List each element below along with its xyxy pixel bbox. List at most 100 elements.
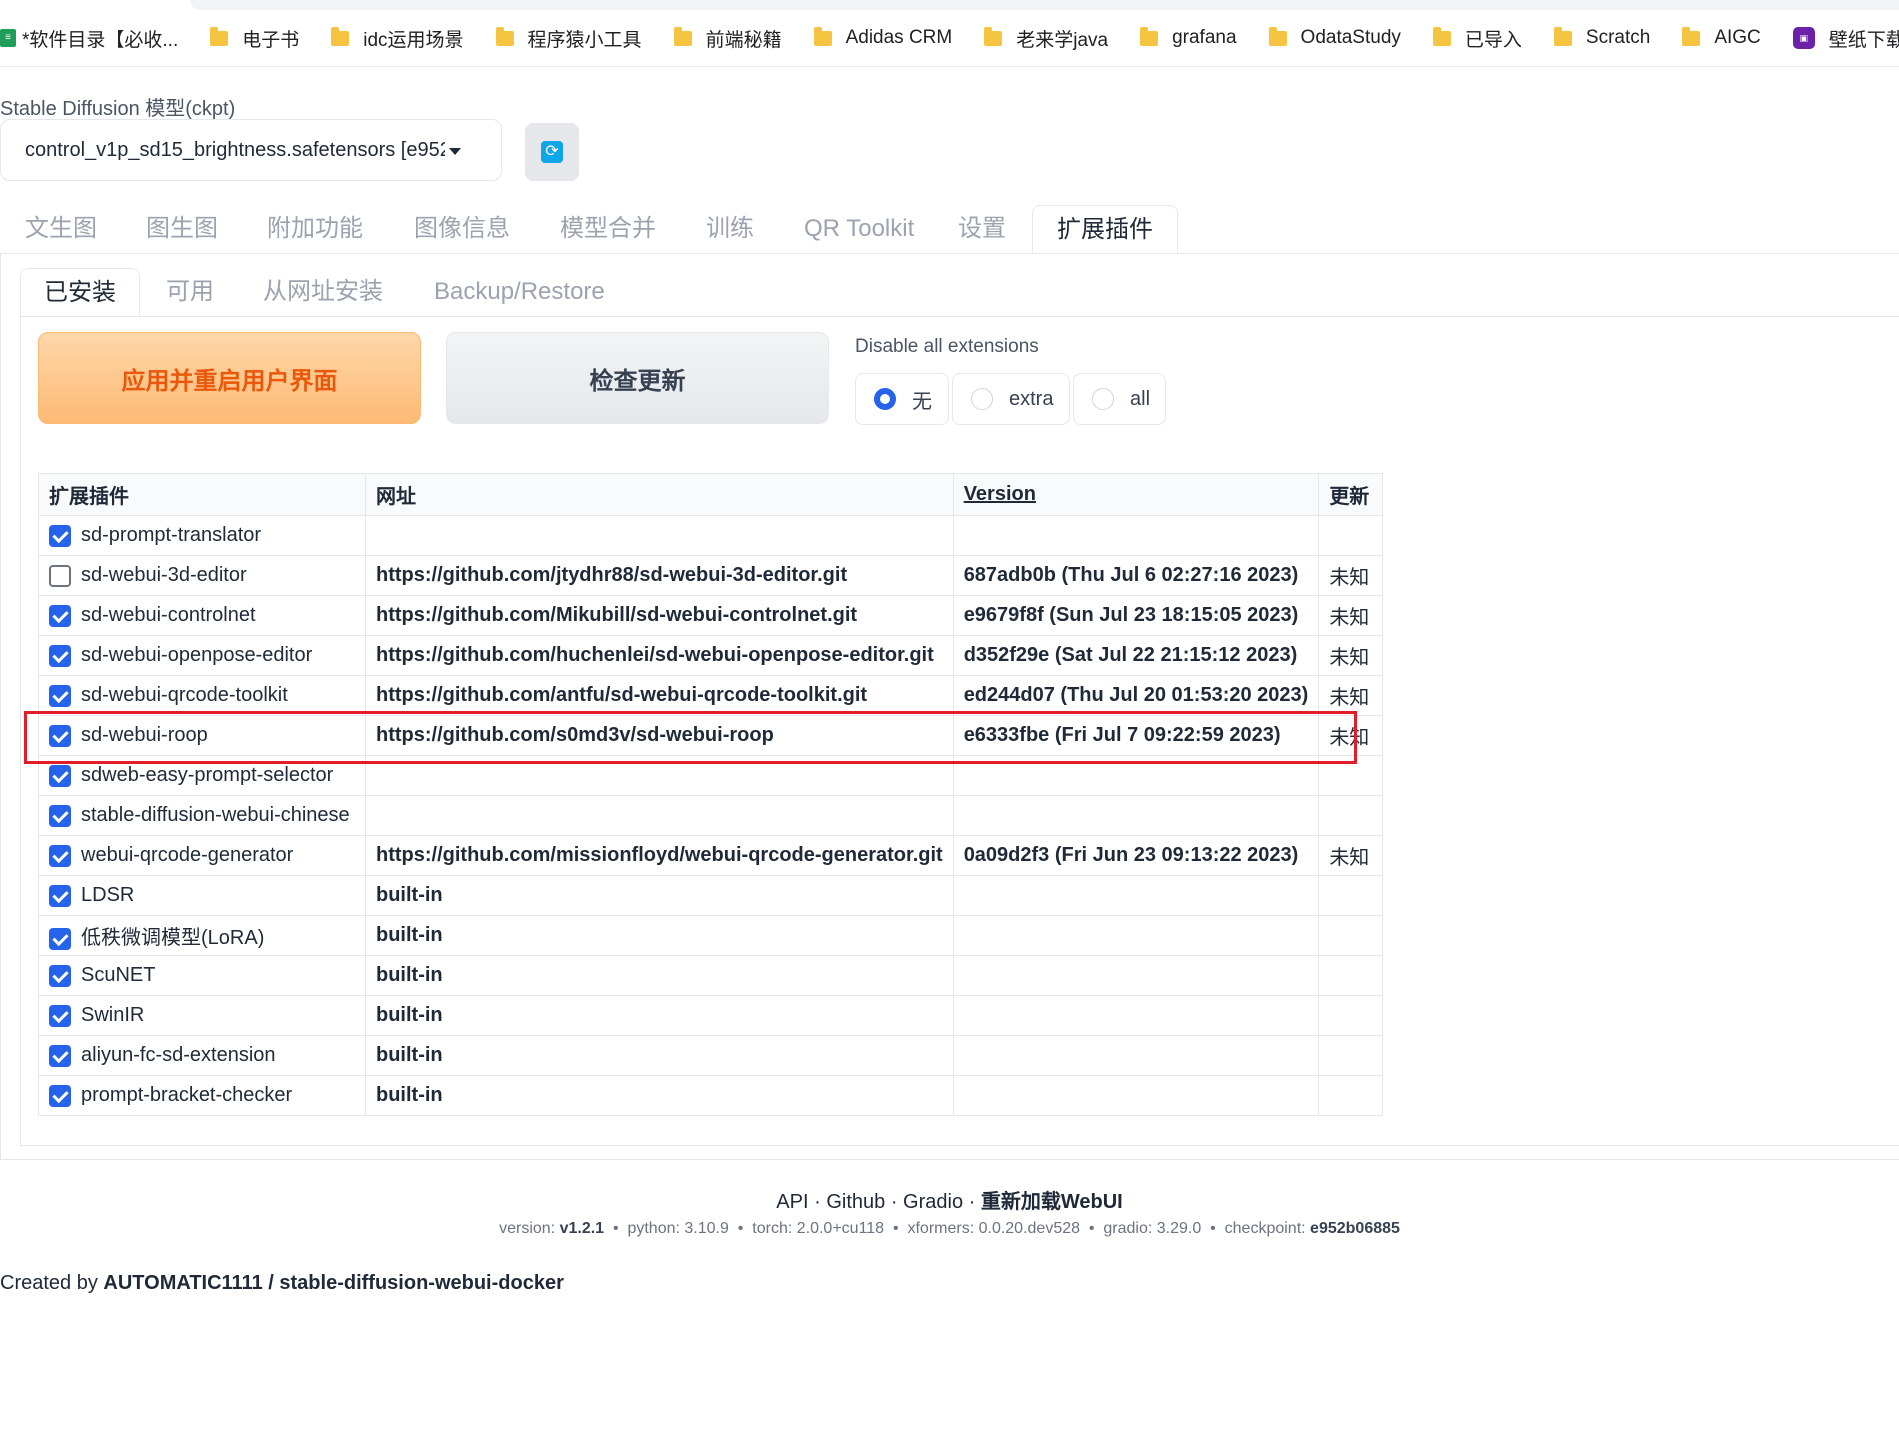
refresh-icon: ⟳ <box>541 141 563 163</box>
tab-extras[interactable]: 附加功能 <box>267 205 363 253</box>
extension-url <box>365 755 954 796</box>
tab-train[interactable]: 训练 <box>706 205 754 253</box>
bookmark-0[interactable]: ≡ *软件目录【必收... <box>0 0 178 66</box>
extension-version: e9679f8f (Sun Jul 23 18:15:05 2023) <box>952 595 1320 636</box>
extension-version <box>952 1075 1320 1116</box>
separator: · <box>814 1191 827 1213</box>
tab-installed[interactable]: 已安装 <box>20 268 140 316</box>
extension-name: LDSR <box>81 884 135 906</box>
table-row: sd-prompt-translator <box>38 515 1384 556</box>
radio-none[interactable]: 无 <box>855 373 949 425</box>
extension-name-cell: sd-webui-3d-editor <box>38 555 366 596</box>
radio-dot <box>1092 388 1114 410</box>
tab-checkpoint-merger[interactable]: 模型合并 <box>560 205 656 253</box>
table-row: sd-webui-openpose-editor https://github.c… <box>38 635 1384 676</box>
created-by-link[interactable]: AUTOMATIC1111 / stable-diffusion-webui-d… <box>103 1272 563 1294</box>
main-tabs: 文生图 图生图 附加功能 图像信息 模型合并 训练 QR Toolkit 设置 … <box>0 205 1899 254</box>
extension-enabled-checkbox[interactable] <box>49 884 71 907</box>
extension-enabled-checkbox[interactable] <box>49 684 71 707</box>
table-row: 低秩微调模型(LoRA) built-in <box>38 915 1384 956</box>
folder-icon <box>673 26 692 46</box>
extension-url <box>365 795 954 836</box>
folder-icon <box>984 26 1003 46</box>
extension-enabled-checkbox[interactable] <box>49 524 71 547</box>
extension-name-cell: webui-qrcode-generator <box>38 835 366 876</box>
extension-enabled-checkbox[interactable] <box>49 927 71 950</box>
footer-links: API · Github · Gradio · 重新加载WebUI <box>0 1185 1899 1214</box>
tab-img2img[interactable]: 图生图 <box>146 205 218 253</box>
radio-extra[interactable]: extra <box>952 373 1070 425</box>
extension-enabled-checkbox[interactable] <box>49 644 71 667</box>
extensions-table: 扩展插件 网址 Version 更新 sd-prompt-translator s… <box>38 473 1384 1116</box>
footer-reload-link[interactable]: 重新加载WebUI <box>981 1191 1123 1213</box>
table-row: LDSR built-in <box>38 875 1384 916</box>
separator: · <box>968 1191 981 1213</box>
footer-api-link[interactable]: API <box>776 1191 808 1213</box>
footer-gradio-link[interactable]: Gradio <box>903 1191 963 1213</box>
folder-icon <box>1268 26 1287 46</box>
radio-all[interactable]: all <box>1073 373 1166 425</box>
created-by: Created by AUTOMATIC1111 / stable-diffus… <box>0 1272 564 1294</box>
extension-version <box>952 915 1320 956</box>
extension-url[interactable]: https://github.com/jtydhr88/sd-webui-3d-… <box>365 555 954 596</box>
refresh-models-button[interactable]: ⟳ <box>525 123 579 181</box>
tab-extensions[interactable]: 扩展插件 <box>1032 205 1178 253</box>
folder-icon <box>813 26 832 46</box>
extension-name: ScuNET <box>81 964 156 986</box>
extension-enabled-checkbox[interactable] <box>49 804 71 827</box>
model-dropdown[interactable]: control_v1p_sd15_brightness.safetensors … <box>0 119 502 181</box>
extension-name-cell: ScuNET <box>38 955 366 996</box>
tab-install-from-url[interactable]: 从网址安装 <box>263 268 383 316</box>
folder-icon <box>495 26 514 46</box>
tab-settings[interactable]: 设置 <box>958 205 1006 253</box>
extension-name-cell: sd-webui-openpose-editor <box>38 635 366 676</box>
extension-url: built-in <box>365 915 954 956</box>
extension-name: prompt-bracket-checker <box>81 1084 293 1106</box>
apply-and-restart-button[interactable]: 应用并重启用户界面 <box>38 332 421 424</box>
extension-version: 0a09d2f3 (Fri Jun 23 09:13:22 2023) <box>952 835 1320 876</box>
folder-icon <box>1140 26 1159 46</box>
extension-version <box>952 755 1320 796</box>
extension-url[interactable]: https://github.com/huchenlei/sd-webui-op… <box>365 635 954 676</box>
extension-url[interactable]: https://github.com/antfu/sd-webui-qrcode… <box>365 675 954 716</box>
extension-name-cell: sdweb-easy-prompt-selector <box>38 755 366 796</box>
table-row: stable-diffusion-webui-chinese <box>38 795 1384 836</box>
tab-txt2img[interactable]: 文生图 <box>25 205 97 253</box>
extension-enabled-checkbox[interactable] <box>49 1004 71 1027</box>
tab-available[interactable]: 可用 <box>166 268 214 316</box>
extension-enabled-checkbox[interactable] <box>49 964 71 987</box>
tab-qr-toolkit[interactable]: QR Toolkit <box>804 205 914 253</box>
extension-enabled-checkbox[interactable] <box>49 844 71 867</box>
extension-update-status: 未知 <box>1318 635 1384 676</box>
extension-enabled-checkbox[interactable] <box>49 764 71 787</box>
footer-versions: version: v1.2.1 • python: 3.10.9 • torch… <box>499 1220 1400 1237</box>
extension-enabled-checkbox[interactable] <box>49 1084 71 1107</box>
check-updates-button[interactable]: 检查更新 <box>446 332 829 424</box>
extension-url: built-in <box>365 875 954 916</box>
extension-update-status <box>1318 875 1384 916</box>
extension-enabled-checkbox[interactable] <box>49 724 71 747</box>
footer-github-link[interactable]: Github <box>826 1191 885 1213</box>
folder-icon <box>1432 26 1451 46</box>
extension-name: sd-webui-controlnet <box>81 604 256 626</box>
extensions-table-body: sd-prompt-translator sd-webui-3d-editor ht… <box>38 515 1384 1116</box>
tab-backup-restore[interactable]: Backup/Restore <box>434 268 605 316</box>
table-row: aliyun-fc-sd-extension built-in <box>38 1035 1384 1076</box>
extension-version <box>952 955 1320 996</box>
model-value: control_v1p_sd15_brightness.safetensors … <box>25 138 445 161</box>
extension-name-cell: sd-webui-roop <box>38 715 366 756</box>
extension-enabled-checkbox[interactable] <box>49 1044 71 1067</box>
extension-url[interactable]: https://github.com/missionfloyd/webui-qr… <box>365 835 954 876</box>
col-version[interactable]: Version <box>952 473 1320 516</box>
extension-update-status <box>1318 755 1384 796</box>
extension-enabled-checkbox[interactable] <box>49 564 71 587</box>
extension-enabled-checkbox[interactable] <box>49 604 71 627</box>
col-update: 更新 <box>1318 473 1384 516</box>
extension-version: ed244d07 (Thu Jul 20 01:53:20 2023) <box>952 675 1320 716</box>
tab-png-info[interactable]: 图像信息 <box>414 205 510 253</box>
extension-url <box>365 515 954 556</box>
table-row: sd-webui-3d-editor https://github.com/jty… <box>38 555 1384 596</box>
extension-update-status: 未知 <box>1318 835 1384 876</box>
extension-url[interactable]: https://github.com/Mikubill/sd-webui-con… <box>365 595 954 636</box>
extension-url[interactable]: https://github.com/s0md3v/sd-webui-roop <box>365 715 954 756</box>
